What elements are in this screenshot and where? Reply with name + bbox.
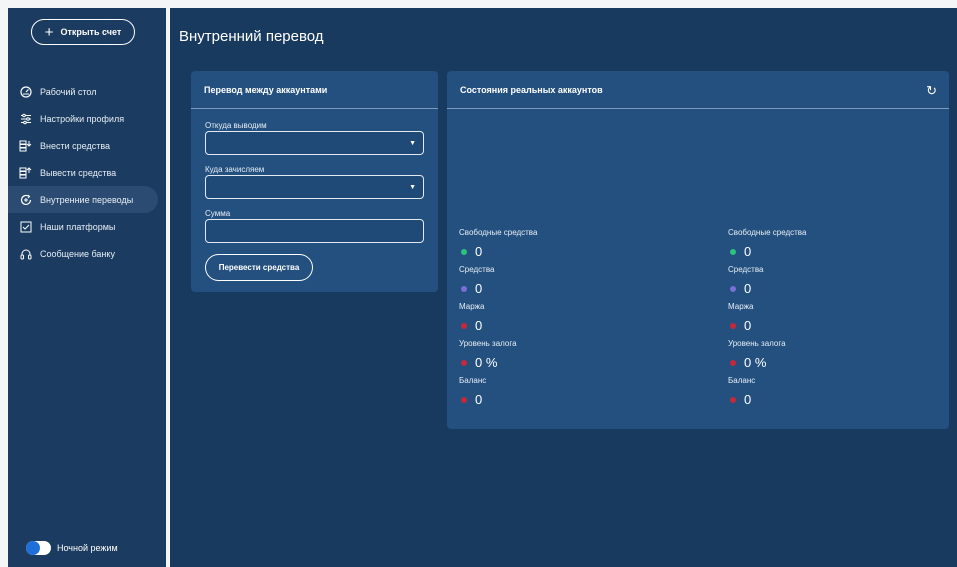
status-dot (730, 322, 736, 329)
sidebar-item-label: Внести средства (40, 140, 111, 151)
stat-number: 0 % (475, 355, 498, 370)
sidebar-item-internal-transfers[interactable]: Внутренние переводы (8, 186, 158, 213)
chevron-down-icon: ▼ (409, 184, 416, 191)
stat-number: 0 (475, 318, 483, 333)
sidebar-item-label: Настройки профиля (40, 113, 125, 124)
sidebar-item-withdraw[interactable]: Вывести средства (8, 159, 158, 186)
stat-number: 0 (744, 244, 752, 259)
sliders-icon (19, 112, 32, 125)
stat-number: 0 (475, 392, 483, 407)
status-dot (461, 359, 467, 366)
stat-number: 0 (475, 244, 483, 259)
stat-value: 0 (728, 312, 928, 339)
status-dot (461, 396, 467, 403)
sidebar-item-dashboard[interactable]: Рабочий стол (8, 78, 158, 105)
deposit-icon (19, 139, 32, 152)
transfer-card: Перевод между аккаунтами Откуда выводим … (191, 71, 438, 292)
sidebar-item-label: Наши платформы (40, 221, 116, 232)
stat-number: 0 % (744, 355, 767, 370)
sidebar-item-label: Сообщение банку (40, 248, 115, 259)
stat-value: 0 (459, 312, 659, 339)
status-dot (730, 285, 736, 292)
amount-input[interactable] (205, 219, 424, 243)
transfer-funds-button[interactable]: Перевести средства (205, 254, 313, 281)
sidebar-item-label: Вывести средства (40, 167, 117, 178)
sidebar-item-bank-message[interactable]: Сообщение банку (8, 240, 158, 267)
accounts-card: Состояния реальных аккаунтов ↻ Свободные… (447, 71, 949, 429)
stat-number: 0 (744, 392, 752, 407)
sidebar-item-label: Рабочий стол (40, 86, 97, 97)
stat-value: 0 % (728, 349, 928, 376)
withdraw-icon (19, 166, 32, 179)
stat-value: 0 (459, 238, 659, 265)
stat-number: 0 (744, 281, 752, 296)
to-label: Куда зачисляем (205, 165, 265, 174)
dashboard-icon (19, 85, 32, 98)
plus-icon: + (44, 23, 54, 41)
from-select[interactable]: ▼ (205, 131, 424, 155)
status-dot (730, 248, 736, 255)
checkbox-icon (19, 220, 32, 233)
chevron-down-icon: ▼ (409, 140, 416, 147)
status-dot (461, 285, 467, 292)
sidebar-item-profile-settings[interactable]: Настройки профиля (8, 105, 158, 132)
sidebar: + Открыть счет Рабочий стол Настройки пр… (8, 8, 166, 567)
open-account-label: Открыть счет (60, 27, 122, 37)
stat-value: 0 (459, 275, 659, 302)
amount-label: Сумма (205, 209, 231, 218)
sidebar-item-deposit[interactable]: Внести средства (8, 132, 158, 159)
stat-value: 0 (459, 386, 659, 413)
transfer-card-title: Перевод между аккаунтами (191, 71, 438, 109)
night-mode-toggle[interactable] (26, 541, 51, 555)
sidebar-item-platforms[interactable]: Наши платформы (8, 213, 158, 240)
sidebar-nav: Рабочий стол Настройки профиля Внести ср… (8, 78, 166, 267)
from-label: Откуда выводим (205, 121, 267, 130)
toggle-knob (26, 541, 40, 555)
status-dot (730, 359, 736, 366)
stat-value: 0 (728, 386, 928, 413)
account-stats-column: Свободные средства 0 Средства 0 Маржа 0 Уровен… (728, 228, 928, 413)
stat-value: 0 % (459, 349, 659, 376)
accounts-card-title: Состояния реальных аккаунтов (447, 71, 949, 109)
stat-number: 0 (744, 318, 752, 333)
status-dot (461, 248, 467, 255)
stat-value: 0 (728, 238, 928, 265)
stat-number: 0 (475, 281, 483, 296)
status-dot (730, 396, 736, 403)
open-account-button[interactable]: + Открыть счет (31, 19, 135, 45)
night-mode: Ночной режим (26, 541, 118, 555)
night-mode-label: Ночной режим (57, 543, 118, 553)
headset-icon (19, 247, 32, 260)
refresh-icon[interactable]: ↻ (926, 83, 937, 99)
to-select[interactable]: ▼ (205, 175, 424, 199)
transfer-icon (19, 193, 32, 206)
stat-value: 0 (728, 275, 928, 302)
main-content: Внутренний перевод Перевод между аккаунт… (170, 8, 957, 567)
account-stats-column: Свободные средства 0 Средства 0 Маржа 0 Уровен… (459, 228, 659, 413)
page-title: Внутренний перевод (179, 28, 324, 45)
sidebar-item-label: Внутренние переводы (40, 194, 134, 205)
status-dot (461, 322, 467, 329)
